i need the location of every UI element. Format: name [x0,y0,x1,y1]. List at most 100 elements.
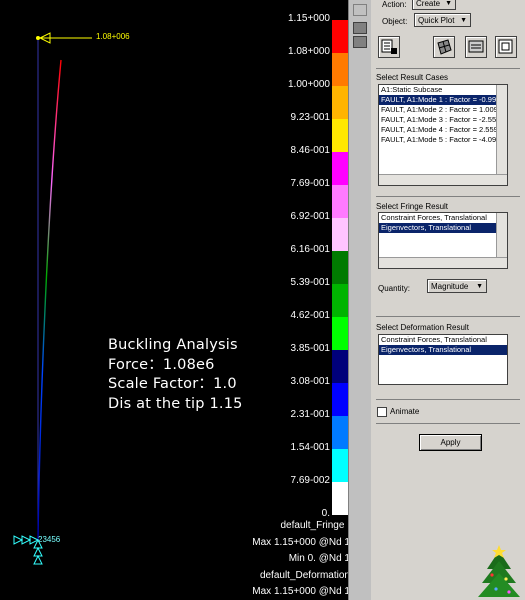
footer-line-4: default_Deformation [259,569,348,581]
plot-options-icon [468,40,484,53]
viewport-footer: default_Fringe : Max 1.15+000 @Nd 1 Min … [238,518,348,600]
legend-label: 1.54-001 [290,442,330,453]
legend-swatch [332,152,348,185]
legend-swatch [332,119,348,152]
fringe-hscroll[interactable] [379,257,507,268]
annotation-line-3: Scale Factor：1.0 [108,376,237,392]
legend-swatch [332,350,348,383]
strip-button-2[interactable] [353,36,367,48]
action-dropdown[interactable]: Create ▼ [412,0,456,10]
list-item[interactable]: Eigenvectors, Translational [379,345,507,355]
top-node [36,36,40,40]
result-cases-list[interactable]: A1:Static Subcase FAULT, A1:Mode 1 : Fact… [378,84,508,186]
annotation-text: Buckling Analysis Force：1.08e6 Scale Fac… [108,336,243,414]
footer-line-1: default_Fringe : [280,520,349,531]
annotation-line-1: Buckling Analysis [108,337,238,353]
object-dropdown[interactable]: Quick Plot ▼ [414,13,471,27]
legend-label: 1.15+000 [288,13,330,24]
fringe-attributes-icon-button[interactable] [433,36,455,58]
application-form-panel: Action: Create ▼ Object: Quick Plot ▼ Se… [371,0,525,600]
plot-options-icon-button[interactable] [465,36,487,58]
object-label: Object: [382,17,408,26]
legend-label: 4.62-001 [290,310,330,321]
legend-swatch [332,317,348,350]
results-list-icon [381,39,397,54]
list-item[interactable]: Eigenvectors, Translational [379,223,507,233]
legend-label: 3.85-001 [290,343,330,354]
legend-label: 8.46-001 [290,145,330,156]
animation-frames-icon [498,39,513,54]
chevron-down-icon: ▼ [476,283,483,290]
legend-label: 5.39-001 [290,277,330,288]
result-cases-hscroll[interactable] [379,174,507,185]
fringe-title: Select Fringe Result [376,202,449,211]
force-value-label: 1.08+006 [96,32,130,41]
legend-swatch [332,449,348,482]
footer-line-2: Max 1.15+000 @Nd 1 [252,536,348,548]
graphics-viewport[interactable]: 1.08+006 23456 Buckling Analysis Force：1… [0,0,348,600]
result-cases-items: A1:Static Subcase FAULT, A1:Mode 1 : Fact… [379,85,507,145]
deformation-result-list[interactable]: Constraint Forces, Translational Eigenvec… [378,334,508,385]
viewport-side-strip [348,0,372,600]
legend-label: 7.69-002 [290,475,330,486]
legend-label: 1.00+000 [288,79,330,90]
fringe-legend-bar [332,20,348,515]
legend-labels: 1.15+000 1.08+000 1.00+000 9.23-001 8.46-001… [270,0,332,530]
select-results-icon-button[interactable] [378,36,400,58]
fringe-mesh-icon [437,39,452,55]
legend-swatch [332,185,348,218]
legend-swatch [332,383,348,416]
quantity-dropdown[interactable]: Magnitude ▼ [427,279,487,293]
fringe-items: Constraint Forces, Translational Eigenvec… [379,213,507,233]
christmas-tree-decoration [478,545,520,597]
footer-line-3: Min 0. @Nd 1 [288,553,348,564]
legend-label: 6.92-001 [290,211,330,222]
object-dropdown-value: Quick Plot [418,16,455,25]
legend-label: 9.23-001 [290,112,330,123]
result-cases-divider [376,68,520,69]
list-item[interactable]: Constraint Forces, Translational [379,335,507,345]
annotation-line-4: Dis at the tip 1.15 [108,395,243,412]
annotation-line-2: Force：1.08e6 [108,356,215,373]
result-cases-vscroll[interactable] [496,85,507,185]
result-cases-title: Select Result Cases [376,73,449,82]
legend-swatch [332,20,348,53]
legend-label: 2.31-001 [290,409,330,420]
list-item[interactable]: FAULT, A1:Mode 5 : Factor = -4.0948 [379,135,507,145]
deformation-divider [376,316,520,317]
apply-button[interactable]: Apply [419,434,482,451]
legend-label: 1.08+000 [288,46,330,57]
legend-swatch [332,53,348,86]
chevron-down-icon: ▼ [460,17,467,24]
collapse-chevron-icon[interactable] [353,4,367,16]
quantity-label: Quantity: [378,284,411,293]
deformation-title: Select Deformation Result [376,323,469,332]
strip-button-1[interactable] [353,22,367,34]
legend-swatch [332,482,348,515]
legend-label: 7.69-001 [290,178,330,189]
list-item[interactable]: FAULT, A1:Mode 3 : Factor = -2.5599 [379,115,507,125]
legend-swatch [332,284,348,317]
legend-label: 3.08-001 [290,376,330,387]
legend-swatch [332,86,348,119]
action-dropdown-value: Create [416,0,441,8]
list-item[interactable]: FAULT, A1:Mode 2 : Factor = 1.0091 [379,105,507,115]
animation-options-icon-button[interactable] [495,36,517,58]
apply-divider [376,423,520,424]
animate-divider [376,399,520,400]
legend-swatch [332,218,348,251]
list-item[interactable]: FAULT, A1:Mode 4 : Factor = 2.5599 [379,125,507,135]
legend-swatch [332,416,348,449]
list-item[interactable]: FAULT, A1:Mode 1 : Factor = -0.99998 [379,95,507,105]
list-item[interactable]: A1:Static Subcase [379,85,507,95]
animate-label: Animate [390,407,420,416]
chevron-down-icon: ▼ [445,0,452,7]
legend-label: 6.16-001 [290,244,330,255]
quantity-dropdown-value: Magnitude [431,282,469,291]
list-item[interactable]: Constraint Forces, Translational [379,213,507,223]
deformed-column [37,59,62,541]
legend-swatch [332,251,348,284]
fringe-result-list[interactable]: Constraint Forces, Translational Eigenvec… [378,212,508,269]
action-label: Action: [382,0,407,9]
animate-checkbox[interactable] [377,407,387,417]
